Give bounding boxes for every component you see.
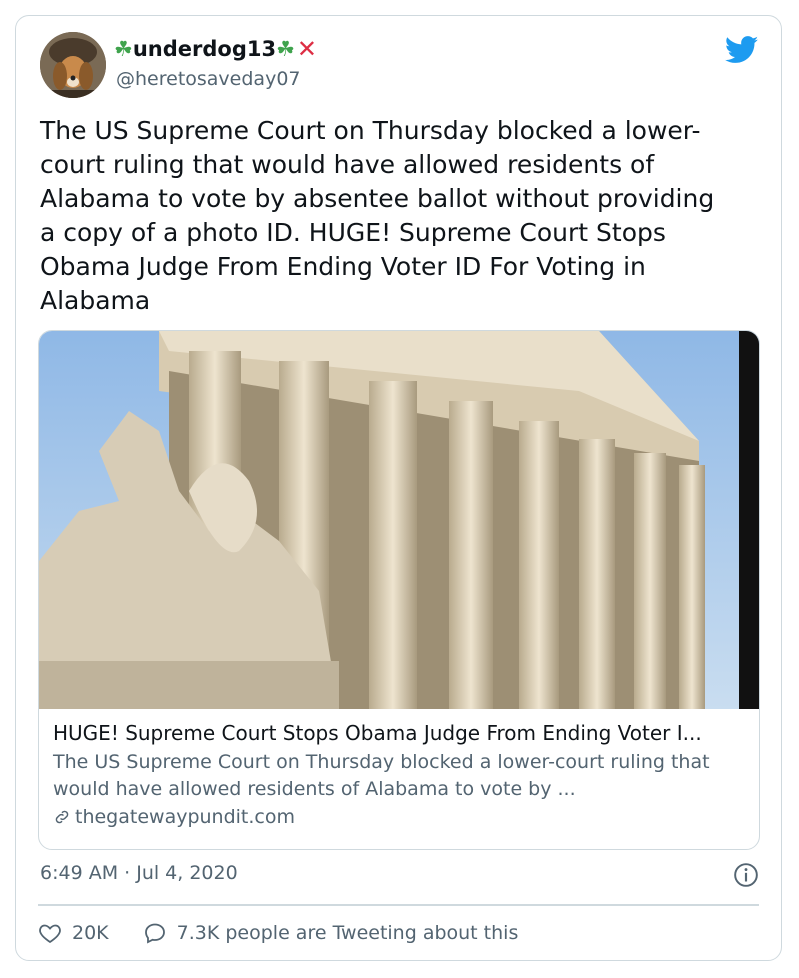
- link-title[interactable]: HUGE! Supreme Court Stops Obama Judge Fr…: [53, 719, 743, 747]
- timestamp[interactable]: 6:49 AM · Jul 4, 2020: [40, 862, 238, 884]
- link-meta: HUGE! Supreme Court Stops Obama Judge Fr…: [53, 719, 743, 831]
- link-card[interactable]: HUGE! Supreme Court Stops Obama Judge Fr…: [38, 330, 760, 850]
- like-button[interactable]: 20K: [38, 921, 109, 945]
- avatar[interactable]: [40, 32, 106, 98]
- clover-icon: ☘: [114, 36, 133, 61]
- tweeting-count: 7.3K people are Tweeting about this: [176, 922, 519, 944]
- link-description: The US Supreme Court on Thursday blocked…: [53, 751, 710, 800]
- link-domain[interactable]: thegatewaypundit.com: [53, 803, 743, 831]
- supreme-court-image: [39, 331, 759, 709]
- twitter-bird-icon[interactable]: [725, 36, 759, 64]
- info-icon[interactable]: [733, 862, 759, 888]
- tweet-card: ☘ underdog13 ☘ ✕ @heretosaveday07 The US…: [15, 15, 782, 961]
- name-row[interactable]: ☘ underdog13 ☘ ✕: [114, 36, 317, 62]
- reply-icon: [144, 923, 165, 944]
- user-handle[interactable]: @heretosaveday07: [116, 68, 301, 90]
- tweet-actions: 20K 7.3K people are Tweeting about this: [38, 916, 552, 950]
- divider: [38, 904, 759, 906]
- display-name[interactable]: underdog13: [133, 37, 276, 61]
- red-x-icon: ✕: [296, 35, 318, 63]
- reply-button[interactable]: 7.3K people are Tweeting about this: [143, 921, 519, 945]
- tweet-text: The US Supreme Court on Thursday blocked…: [40, 116, 715, 315]
- like-count: 20K: [72, 922, 109, 944]
- link-domain-text: thegatewaypundit.com: [75, 806, 296, 828]
- heart-icon: [39, 924, 61, 944]
- clover-icon: ☘: [276, 36, 295, 61]
- link-icon: [55, 810, 69, 824]
